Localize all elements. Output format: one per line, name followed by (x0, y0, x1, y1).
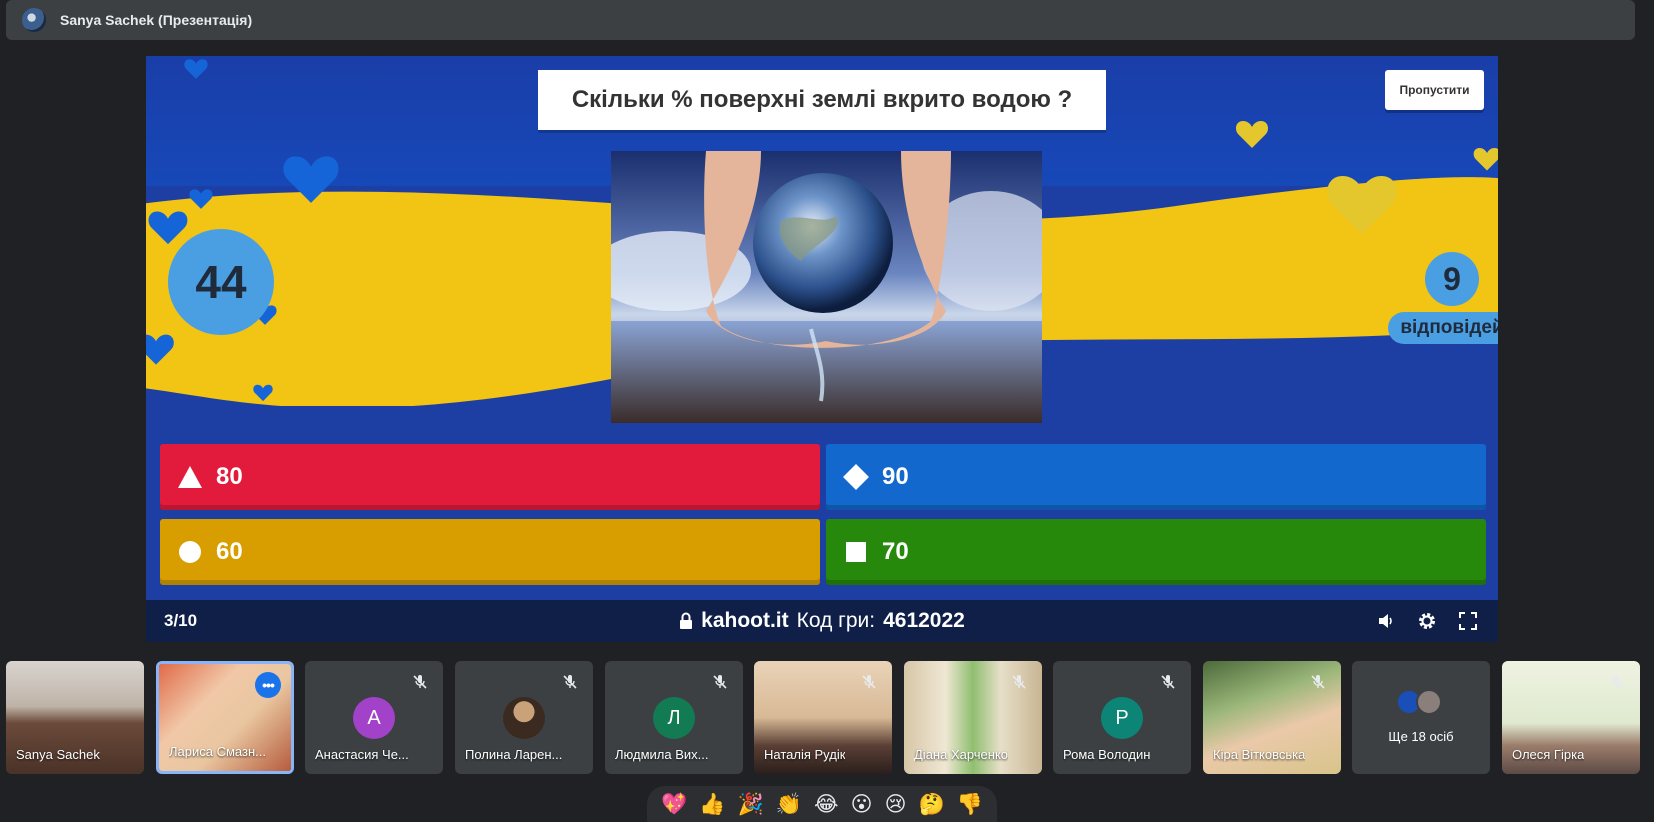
heart-icon (1473, 148, 1498, 171)
more-participants-tile[interactable]: Ще 18 осіб (1352, 661, 1490, 774)
heart-icon (253, 384, 273, 402)
participant-tile[interactable]: А Анастасия Че... (305, 661, 443, 774)
participant-tile[interactable]: Полина Ларен... (455, 661, 593, 774)
reaction-tears-of-joy[interactable]: 😂 (814, 792, 839, 816)
game-pin-info: kahoot.it Код гри: 4612022 (146, 609, 1498, 633)
game-code-label: Код гри: (796, 609, 876, 632)
answers-count-value: 9 (1425, 252, 1479, 306)
heart-icon (146, 334, 174, 365)
answer-option-green[interactable]: 70 (826, 519, 1486, 585)
answer-value: 60 (216, 538, 243, 565)
mic-off-icon (559, 671, 581, 693)
answer-value: 70 (882, 538, 909, 565)
mic-off-icon (709, 671, 731, 693)
more-participants-label: Ще 18 осіб (1388, 729, 1454, 744)
skip-button[interactable]: Пропустити (1385, 70, 1484, 110)
participant-tile[interactable]: Діана Харченко (904, 661, 1042, 774)
circle-icon (176, 538, 204, 566)
participant-tile[interactable]: Р Рома Володин (1053, 661, 1191, 774)
heart-icon (1235, 121, 1269, 148)
mic-off-icon (1307, 671, 1329, 693)
presentation-title: Sanya Sachek (Презентація) (60, 12, 253, 28)
reaction-crying[interactable]: 😢 (885, 792, 907, 816)
volume-icon[interactable] (1376, 611, 1396, 631)
presenter-avatar (22, 8, 46, 32)
participant-name: Анастасия Че... (315, 747, 409, 762)
lock-icon (680, 612, 693, 629)
participant-name: Полина Ларен... (465, 747, 563, 762)
reaction-thumbs-up[interactable]: 👍 (699, 792, 725, 817)
participant-name: Діана Харченко (914, 747, 1009, 762)
participant-tile[interactable]: Л Людмила Вих... (605, 661, 743, 774)
participant-avatar: А (353, 697, 395, 739)
presentation-title-bar: Sanya Sachek (Презентація) (6, 0, 1635, 40)
mic-off-icon (409, 671, 431, 693)
answer-option-blue[interactable]: 90 (826, 444, 1486, 510)
answers-counter: 9 відповідей (1382, 252, 1498, 344)
reaction-thinking[interactable]: 🤔 (919, 792, 945, 817)
triangle-icon (176, 463, 204, 491)
reaction-surprised[interactable]: 😮 (851, 792, 873, 816)
answers-count-label: відповідей (1388, 312, 1498, 344)
heart-icon (283, 156, 339, 203)
fullscreen-icon[interactable] (1458, 611, 1478, 631)
countdown-timer: 44 (168, 229, 274, 335)
answer-value: 90 (882, 463, 909, 490)
participant-name: Лариса Смазн... (169, 744, 266, 759)
reaction-clapping[interactable]: 👏 (776, 792, 802, 817)
question-progress: 3/10 (164, 611, 198, 630)
quiz-footer: 3/10 kahoot.it Код гри: 4612022 (146, 600, 1498, 642)
mic-off-icon (1606, 671, 1628, 693)
participant-tile-active-speaker[interactable]: ••• Лариса Смазн... (156, 661, 294, 774)
reaction-thumbs-down[interactable]: 👎 (957, 792, 983, 817)
settings-gear-icon[interactable] (1417, 611, 1437, 631)
participant-name: Олеся Гірка (1512, 747, 1585, 762)
participant-tile[interactable]: Кіра Вітковська (1203, 661, 1341, 774)
participant-avatar: Р (1101, 697, 1143, 739)
answer-option-yellow[interactable]: 60 (160, 519, 820, 585)
heart-icon (189, 189, 213, 209)
participant-tile[interactable]: Олеся Гірка (1502, 661, 1640, 774)
kahoot-site: kahoot.it (701, 609, 789, 632)
more-options-icon[interactable]: ••• (255, 672, 281, 698)
participant-avatar: Л (653, 697, 695, 739)
participant-name: Sanya Sachek (16, 747, 100, 762)
mic-off-icon (1157, 671, 1179, 693)
question-text: Скільки % поверхні землі вкрито водою ? (538, 70, 1106, 130)
participant-tile[interactable]: Наталія Рудік (754, 661, 892, 774)
square-icon (842, 538, 870, 566)
participant-tile[interactable]: Sanya Sachek (6, 661, 144, 774)
reaction-sparkling-heart[interactable]: 💖 (661, 792, 687, 817)
participant-name: Людмила Вих... (615, 747, 709, 762)
earth-in-hands-image (611, 151, 1042, 423)
answer-option-red[interactable]: 80 (160, 444, 820, 510)
heart-icon (148, 211, 188, 245)
diamond-icon (842, 463, 870, 491)
participant-avatar (503, 697, 545, 739)
game-code: 4612022 (883, 609, 965, 632)
participant-name: Рома Володин (1063, 747, 1151, 762)
participant-avatar (1416, 689, 1442, 715)
heart-icon (184, 59, 208, 79)
reactions-bar: 💖 👍 🎉 👏 😂 😮 😢 🤔 👎 (647, 786, 997, 822)
mic-off-icon (858, 671, 880, 693)
participant-name: Кіра Вітковська (1213, 747, 1306, 762)
reaction-party-popper[interactable]: 🎉 (738, 792, 764, 817)
kahoot-presentation: Скільки % поверхні землі вкрито водою ? … (146, 56, 1498, 642)
heart-icon (1327, 176, 1397, 235)
mic-off-icon (1008, 671, 1030, 693)
participant-name: Наталія Рудік (764, 747, 846, 762)
answer-value: 80 (216, 463, 243, 490)
